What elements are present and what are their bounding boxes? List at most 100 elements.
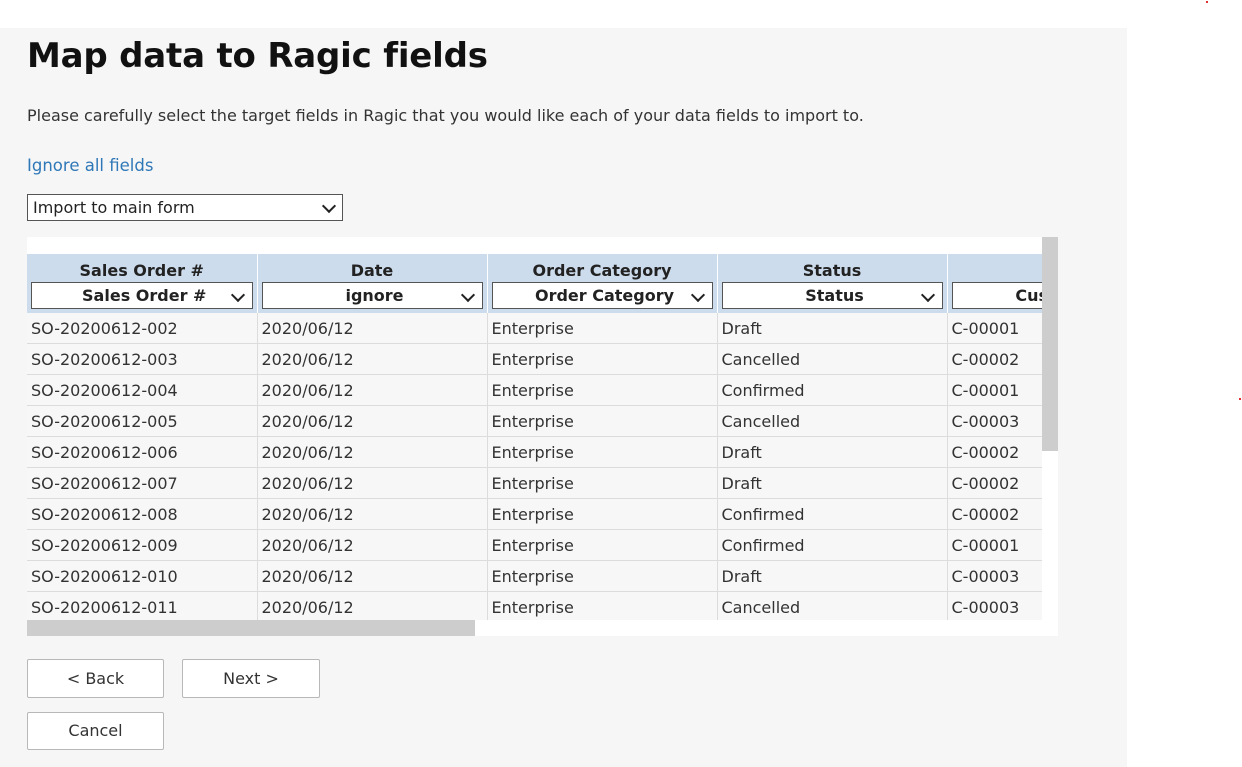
cancel-button[interactable]: Cancel xyxy=(27,712,164,750)
horizontal-scrollbar-thumb[interactable] xyxy=(27,620,475,636)
chevron-down-icon xyxy=(321,198,337,214)
field-mapping-select[interactable]: Customer I xyxy=(951,282,1042,309)
table-cell: C-00002 xyxy=(947,467,1042,499)
table-cell: Cancelled xyxy=(717,591,948,620)
table-cell: Enterprise xyxy=(487,313,718,344)
table-cell: Cancelled xyxy=(717,343,948,375)
table-cell: C-00003 xyxy=(947,591,1042,620)
table-cell: Enterprise xyxy=(487,343,718,375)
mapping-table: Sales Order # Sales Order # Date ignore xyxy=(27,254,1042,620)
column-header-label: Date xyxy=(350,261,394,280)
grid-viewport: Sales Order # Sales Order # Date ignore xyxy=(27,254,1042,620)
column-header: Status Status xyxy=(717,254,948,313)
field-mapping-value: Sales Order # xyxy=(82,286,207,305)
table-cell: Confirmed xyxy=(717,498,948,530)
table-cell: C-00003 xyxy=(947,560,1042,592)
column-header: Order Category Order Category xyxy=(487,254,718,313)
table-cell: Confirmed xyxy=(717,374,948,406)
table-cell: Enterprise xyxy=(487,467,718,499)
table-row: SO-20200612-004 2020/06/12 Enterprise Co… xyxy=(27,374,1042,406)
table-cell: Draft xyxy=(717,467,948,499)
column-header-label: Cust xyxy=(948,254,1043,282)
table-cell: C-00002 xyxy=(947,498,1042,530)
table-cell: SO-20200612-005 xyxy=(27,405,258,437)
vertical-scrollbar-thumb[interactable] xyxy=(1042,237,1058,451)
table-cell: 2020/06/12 xyxy=(257,560,488,592)
table-cell: 2020/06/12 xyxy=(257,313,488,344)
table-row: SO-20200612-005 2020/06/12 Enterprise Ca… xyxy=(27,405,1042,437)
field-mapping-value: ignore xyxy=(345,286,404,305)
table-cell: SO-20200612-008 xyxy=(27,498,258,530)
table-cell: C-00002 xyxy=(947,343,1042,375)
table-cell: Enterprise xyxy=(487,591,718,620)
table-row: SO-20200612-003 2020/06/12 Enterprise Ca… xyxy=(27,343,1042,375)
field-mapping-select[interactable]: Order Category xyxy=(491,282,713,309)
header-row: Sales Order # Sales Order # Date ignore xyxy=(27,254,1042,313)
next-button[interactable]: Next > xyxy=(182,659,320,698)
field-mapping-select[interactable]: ignore xyxy=(261,282,483,309)
table-cell: C-00003 xyxy=(947,405,1042,437)
table-row: SO-20200612-007 2020/06/12 Enterprise Dr… xyxy=(27,467,1042,499)
table-row: SO-20200612-002 2020/06/12 Enterprise Dr… xyxy=(27,313,1042,344)
table-cell: Enterprise xyxy=(487,405,718,437)
table-cell: 2020/06/12 xyxy=(257,467,488,499)
table-cell: C-00001 xyxy=(947,374,1042,406)
table-cell: SO-20200612-010 xyxy=(27,560,258,592)
table-cell: Enterprise xyxy=(487,498,718,530)
table-cell: 2020/06/12 xyxy=(257,343,488,375)
field-mapping-value: Customer I xyxy=(1015,286,1042,305)
table-row: SO-20200612-006 2020/06/12 Enterprise Dr… xyxy=(27,436,1042,468)
table-cell: 2020/06/12 xyxy=(257,436,488,468)
import-target-value: Import to main form xyxy=(33,198,195,217)
table-cell: C-00002 xyxy=(947,436,1042,468)
table-cell: Enterprise xyxy=(487,374,718,406)
table-cell: Draft xyxy=(717,560,948,592)
table-cell: SO-20200612-011 xyxy=(27,591,258,620)
table-cell: SO-20200612-004 xyxy=(27,374,258,406)
table-cell: C-00001 xyxy=(947,313,1042,344)
chevron-down-icon xyxy=(690,287,705,303)
table-cell: C-00001 xyxy=(947,529,1042,561)
column-header-label: Status xyxy=(802,261,862,280)
table-cell: 2020/06/12 xyxy=(257,591,488,620)
table-cell: 2020/06/12 xyxy=(257,405,488,437)
table-cell: Draft xyxy=(717,313,948,344)
table-cell: Enterprise xyxy=(487,529,718,561)
column-header: Date ignore xyxy=(257,254,488,313)
table-cell: 2020/06/12 xyxy=(257,529,488,561)
column-header: Cust Customer I xyxy=(947,254,1042,313)
table-cell: Cancelled xyxy=(717,405,948,437)
column-header-label: Order Category xyxy=(532,261,672,280)
column-header: Sales Order # Sales Order # xyxy=(27,254,258,313)
table-cell: SO-20200612-002 xyxy=(27,313,258,344)
field-mapping-value: Order Category xyxy=(534,286,675,305)
table-row: SO-20200612-011 2020/06/12 Enterprise Ca… xyxy=(27,591,1042,620)
table-cell: Draft xyxy=(717,436,948,468)
table-cell: 2020/06/12 xyxy=(257,374,488,406)
table-cell: Enterprise xyxy=(487,436,718,468)
field-mapping-grid: Sales Order # Sales Order # Date ignore xyxy=(27,237,1058,636)
table-cell: SO-20200612-006 xyxy=(27,436,258,468)
table-row: SO-20200612-009 2020/06/12 Enterprise Co… xyxy=(27,529,1042,561)
table-row: SO-20200612-008 2020/06/12 Enterprise Co… xyxy=(27,498,1042,530)
field-mapping-value: Status xyxy=(805,286,864,305)
table-cell: Enterprise xyxy=(487,560,718,592)
import-target-select[interactable]: Import to main form xyxy=(27,194,343,221)
table-cell: Confirmed xyxy=(717,529,948,561)
back-button[interactable]: < Back xyxy=(27,659,164,698)
field-mapping-select[interactable]: Sales Order # xyxy=(31,282,253,309)
table-cell: SO-20200612-003 xyxy=(27,343,258,375)
chevron-down-icon xyxy=(230,287,245,303)
table-cell: 2020/06/12 xyxy=(257,498,488,530)
table-cell: SO-20200612-009 xyxy=(27,529,258,561)
column-header-label: Sales Order # xyxy=(79,261,204,280)
chevron-down-icon xyxy=(460,287,475,303)
ignore-all-fields-link[interactable]: Ignore all fields xyxy=(27,156,153,175)
table-cell: SO-20200612-007 xyxy=(27,467,258,499)
field-mapping-select[interactable]: Status xyxy=(721,282,943,309)
page-title: Map data to Ragic fields xyxy=(27,36,488,76)
chevron-down-icon xyxy=(920,287,935,303)
page-description: Please carefully select the target field… xyxy=(27,106,864,125)
stray-red-dot xyxy=(1206,1,1208,3)
table-row: SO-20200612-010 2020/06/12 Enterprise Dr… xyxy=(27,560,1042,592)
